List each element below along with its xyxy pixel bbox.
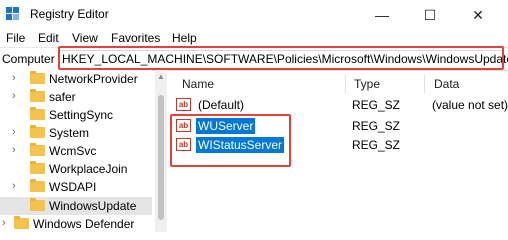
scrollbar-thumb[interactable] bbox=[158, 95, 164, 220]
maximize-button[interactable]: ☐ bbox=[408, 0, 452, 30]
value-name: (Default) bbox=[198, 98, 245, 112]
value-row[interactable]: ab (Default) REG_SZ (value not set) bbox=[176, 96, 508, 114]
chevron-right-icon[interactable]: › bbox=[12, 180, 16, 192]
tree-item-label: WindowsUpdate bbox=[49, 199, 137, 213]
address-highlight-box bbox=[58, 46, 504, 70]
address-label: Computer bbox=[2, 52, 55, 66]
chevron-right-icon[interactable]: › bbox=[12, 144, 16, 156]
value-type: REG_SZ bbox=[352, 98, 401, 112]
menu-edit[interactable]: Edit bbox=[38, 31, 59, 45]
tree-item[interactable]: › WcmSvc bbox=[0, 142, 152, 160]
tree-item-label: WSDAPI bbox=[49, 180, 97, 194]
column-divider[interactable] bbox=[424, 75, 425, 93]
tree-item-selected[interactable]: WindowsUpdate bbox=[0, 197, 152, 215]
window-title: Registry Editor bbox=[30, 7, 109, 21]
key-tree: › NetworkProvider › safer SettingSync › … bbox=[0, 70, 152, 232]
close-button[interactable]: ✕ bbox=[456, 0, 500, 30]
column-header-name[interactable]: Name bbox=[182, 77, 214, 91]
tree-item[interactable]: › safer bbox=[0, 88, 152, 106]
registry-editor-icon bbox=[6, 7, 20, 21]
chevron-right-icon[interactable]: › bbox=[2, 217, 6, 229]
value-type: REG_SZ bbox=[352, 119, 401, 133]
tree-item[interactable]: SettingSync bbox=[0, 106, 152, 124]
column-header-data[interactable]: Data bbox=[434, 77, 459, 91]
folder-icon bbox=[30, 161, 45, 174]
tree-item-label: NetworkProvider bbox=[49, 72, 138, 86]
folder-icon bbox=[30, 198, 45, 211]
folder-icon bbox=[14, 216, 29, 229]
folder-icon bbox=[30, 125, 45, 138]
minimize-button[interactable]: — bbox=[360, 0, 404, 30]
value-type: REG_SZ bbox=[352, 138, 401, 152]
column-divider[interactable] bbox=[345, 75, 346, 93]
tree-item[interactable]: › System bbox=[0, 124, 152, 142]
tree-item-label: WcmSvc bbox=[49, 144, 97, 158]
value-data: (value not set) bbox=[432, 98, 508, 112]
tree-item[interactable]: › Windows Defender bbox=[0, 215, 152, 233]
menu-file[interactable]: File bbox=[6, 31, 25, 45]
menu-view[interactable]: View bbox=[72, 31, 98, 45]
chevron-right-icon[interactable]: › bbox=[12, 90, 16, 102]
tree-item[interactable]: WorkplaceJoin bbox=[0, 160, 152, 178]
folder-icon bbox=[30, 143, 45, 156]
list-header: Name Type Data bbox=[170, 75, 508, 93]
chevron-right-icon[interactable]: › bbox=[12, 72, 16, 84]
column-header-type[interactable]: Type bbox=[354, 77, 380, 91]
menu-favorites[interactable]: Favorites bbox=[111, 31, 160, 45]
title-bar: Registry Editor — ☐ ✕ bbox=[0, 0, 508, 30]
values-highlight-box bbox=[170, 114, 291, 167]
tree-item[interactable]: › WSDAPI bbox=[0, 178, 152, 196]
chevron-right-icon[interactable]: › bbox=[12, 126, 16, 138]
string-value-icon: ab bbox=[176, 98, 191, 111]
folder-icon bbox=[30, 107, 45, 120]
tree-item-label: safer bbox=[49, 90, 76, 104]
folder-icon bbox=[30, 179, 45, 192]
tree-item-label: SettingSync bbox=[49, 108, 114, 122]
menu-help[interactable]: Help bbox=[172, 31, 197, 45]
tree-item-label: System bbox=[49, 126, 90, 140]
tree-item-label: WorkplaceJoin bbox=[49, 162, 128, 176]
folder-icon bbox=[30, 71, 45, 84]
scroll-up-arrow-icon[interactable]: ▲ bbox=[157, 72, 165, 81]
folder-icon bbox=[30, 89, 45, 102]
tree-item-label: Windows Defender bbox=[33, 217, 135, 231]
tree-item[interactable]: › NetworkProvider bbox=[0, 70, 152, 88]
